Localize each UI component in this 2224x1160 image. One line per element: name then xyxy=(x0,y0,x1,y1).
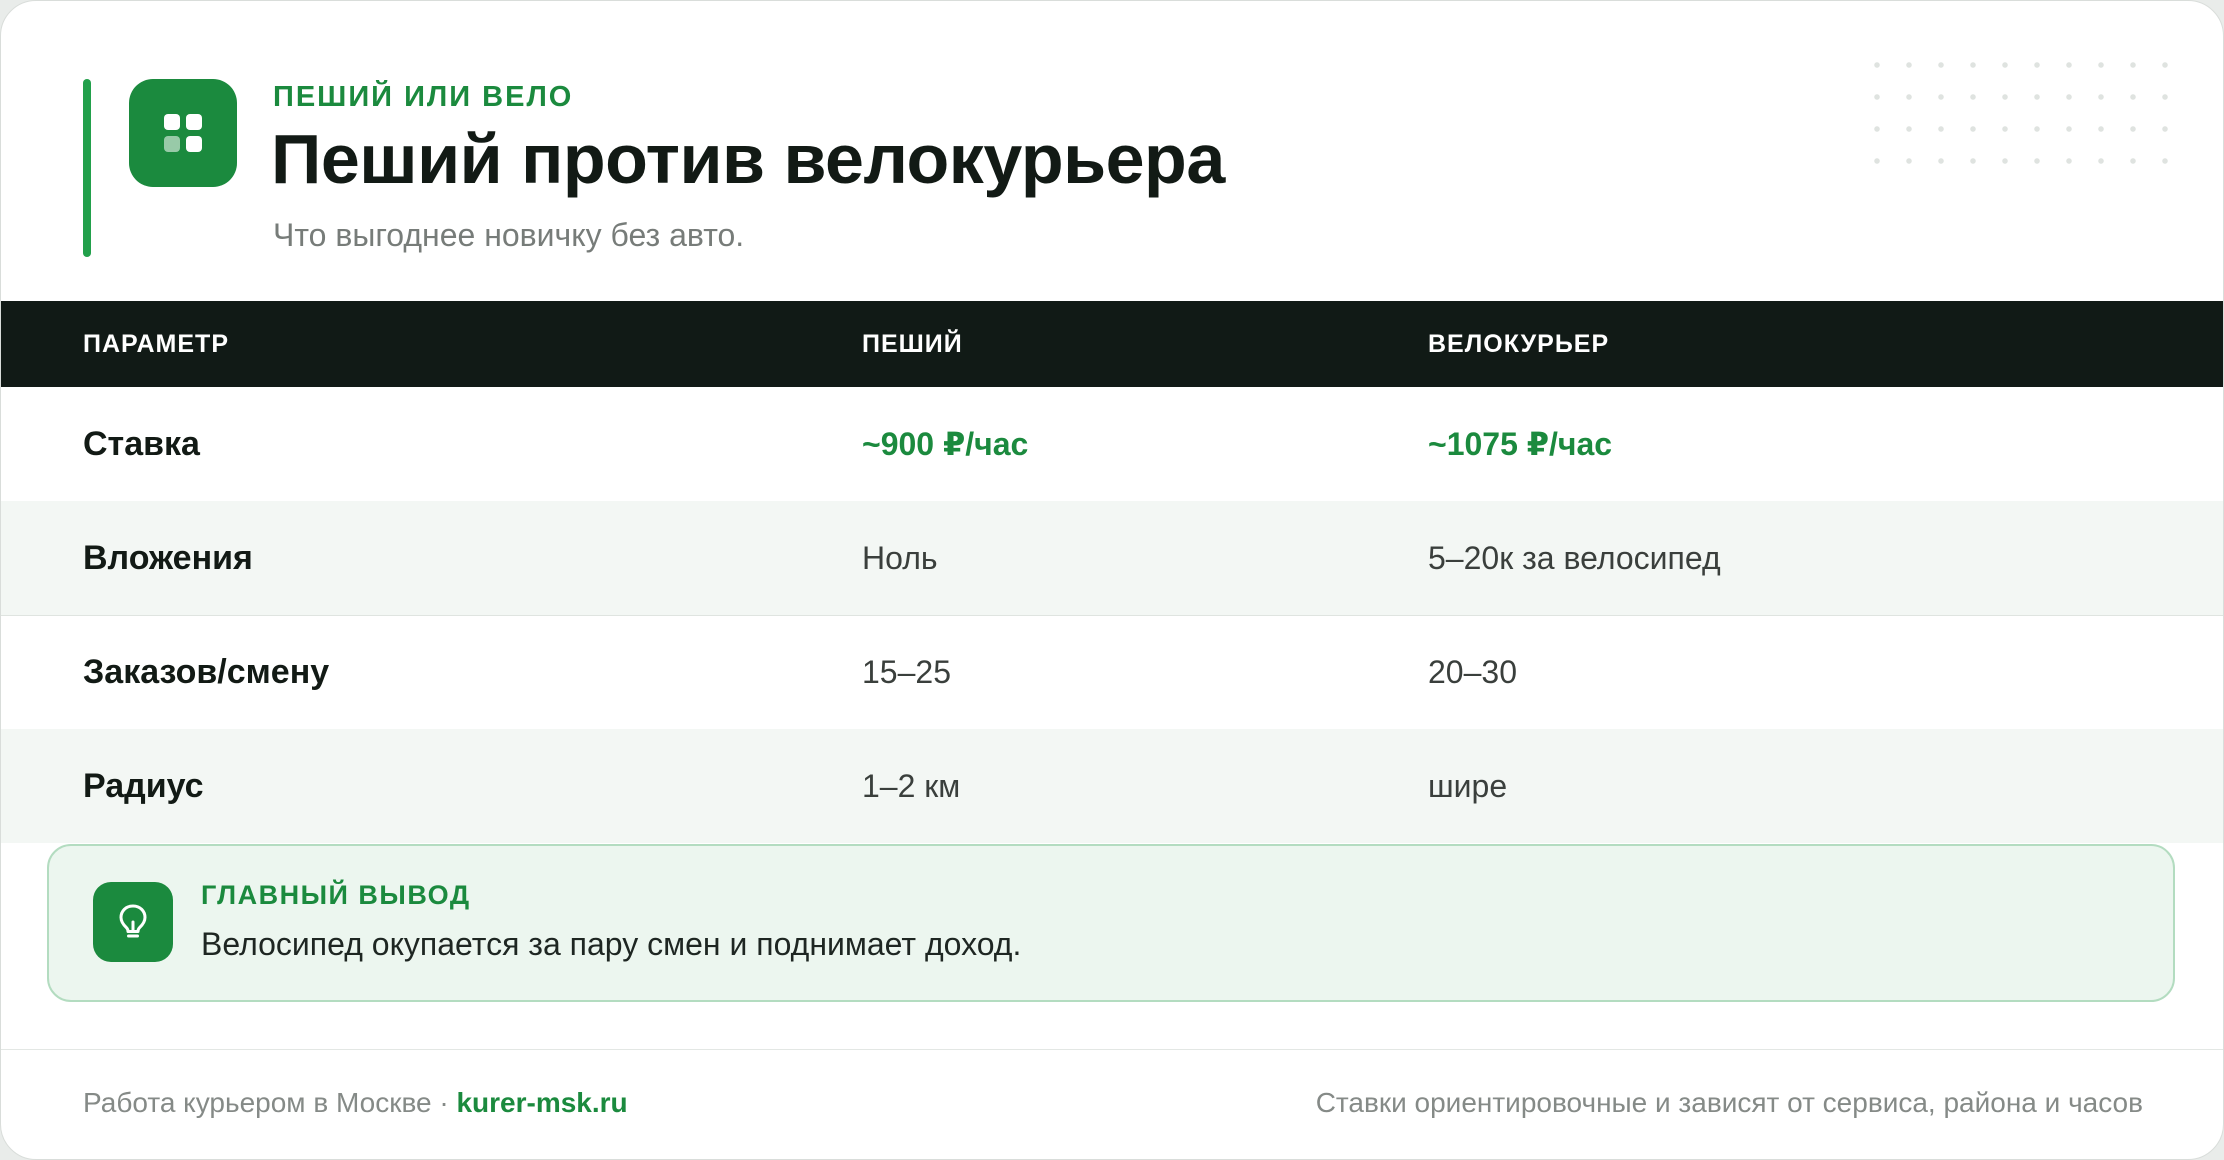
row-walk-value: 15–25 xyxy=(862,654,951,690)
footer-caption: Работа курьером в Москве · xyxy=(83,1087,457,1118)
row-parameter: Радиус xyxy=(83,767,204,805)
row-parameter: Заказов/смену xyxy=(83,653,330,691)
row-walk-value: Ноль xyxy=(862,540,938,576)
row-bike-value: ~1075 ₽/час xyxy=(1428,426,1613,462)
decorative-dot-pattern xyxy=(1861,49,2171,189)
eyebrow-label: ПЕШИЙ ИЛИ ВЕЛО xyxy=(273,81,574,113)
table-row: Ставка ~900 ₽/час ~1075 ₽/час xyxy=(1,387,2223,502)
page-title: Пеший против велокурьера xyxy=(271,120,1225,198)
accent-bar xyxy=(83,79,91,257)
conclusion-callout: ГЛАВНЫЙ ВЫВОД Велосипед окупается за пар… xyxy=(47,844,2175,1002)
row-parameter: Ставка xyxy=(83,425,200,463)
row-bike-value: 20–30 xyxy=(1428,654,1517,690)
row-parameter: Вложения xyxy=(83,539,253,577)
column-header-walk: ПЕШИЙ xyxy=(862,330,963,358)
footer-disclaimer: Ставки ориентировочные и зависят от серв… xyxy=(1315,1087,2143,1118)
lightbulb-icon xyxy=(93,882,173,962)
column-header-bike: ВЕЛОКУРЬЕР xyxy=(1428,330,1610,358)
column-header-parameter: ПАРАМЕТР xyxy=(83,330,230,358)
row-walk-value: ~900 ₽/час xyxy=(862,426,1029,462)
footer-left: Работа курьером в Москве · kurer-msk.ru xyxy=(83,1087,628,1119)
conclusion-label: ГЛАВНЫЙ ВЫВОД xyxy=(201,880,471,910)
table-row: Заказов/смену 15–25 20–30 xyxy=(1,615,2223,730)
site-link[interactable]: kurer-msk.ru xyxy=(456,1087,627,1118)
comparison-card: ПЕШИЙ ИЛИ ВЕЛО Пеший против велокурьера … xyxy=(0,0,2224,1160)
row-walk-value: 1–2 км xyxy=(862,768,961,804)
conclusion-text: Велосипед окупается за пару смен и подни… xyxy=(201,926,1022,962)
row-bike-value: шире xyxy=(1428,768,1508,804)
grid-icon xyxy=(129,79,237,187)
page-subtitle: Что выгоднее новичку без авто. xyxy=(273,217,745,253)
table-header: ПАРАМЕТР ПЕШИЙ ВЕЛОКУРЬЕР xyxy=(1,301,2223,387)
table-row: Вложения Ноль 5–20к за велосипед xyxy=(1,501,2223,616)
footer-divider xyxy=(1,1049,2223,1050)
row-bike-value: 5–20к за велосипед xyxy=(1428,540,1721,576)
table-row: Радиус 1–2 км шире xyxy=(1,729,2223,843)
